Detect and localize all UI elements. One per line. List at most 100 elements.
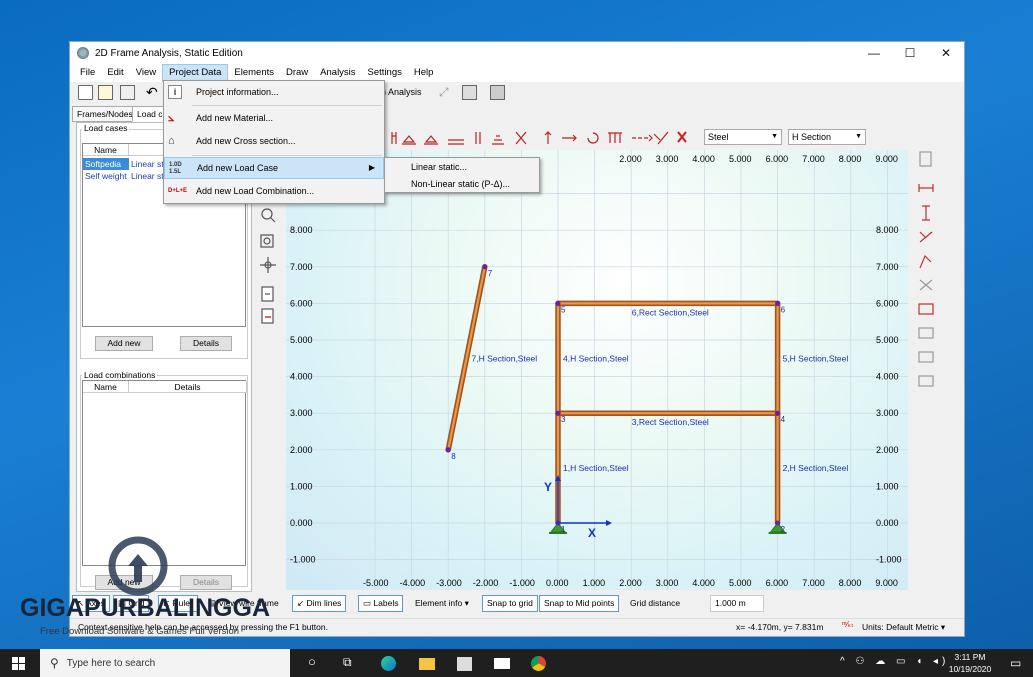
menu-file[interactable]: File [70,64,101,82]
table-icon[interactable] [462,85,477,100]
horizontal-load-icon [562,134,577,142]
chevron-right-icon: ▶ [368,163,375,172]
node-label: 4 [781,415,786,424]
y-right-tick-label: -1.000 [876,555,902,565]
task-view-icon[interactable]: ⧉ [343,655,352,670]
notification-icon[interactable]: ▭ [1010,656,1021,670]
snap-grid-toggle[interactable]: Snap to grid [482,595,538,612]
col-details-header[interactable]: Details [129,381,247,393]
grid-distance-input[interactable]: 1.000 m [710,595,764,612]
menu-add-cross-section[interactable]: ⌂ Add new Cross section... [164,130,384,152]
units-selector[interactable]: Units: Default Metric ▾ [862,622,945,633]
material-select[interactable]: Steel ▼ [704,129,782,145]
clock-time[interactable]: 3:11 PM [950,652,990,662]
member-label: 5,H Section,Steel [783,353,849,363]
x-top-tick-label: 4.000 [692,154,715,164]
load-case-row-name[interactable]: Self weight [83,170,129,182]
windows-start-icon[interactable] [12,657,25,670]
maximize-button[interactable]: ☐ [892,42,928,64]
x-top-tick-label: 9.000 [875,154,898,164]
section-select[interactable]: H Section ▼ [788,129,866,145]
add-load-case-button[interactable]: Add new [95,336,153,351]
diagonal-member-icon [919,231,933,243]
y-right-tick-label: 6.000 [876,298,899,308]
load-case-details-button[interactable]: Details [180,336,232,351]
draw-tool-icons[interactable] [390,126,960,148]
x-tick-label: 9.000 [875,578,898,588]
y-right-tick-label: 4.000 [876,372,899,382]
menu-item-label: Project information... [196,87,279,97]
copy-icon[interactable] [490,85,505,100]
open-folder-icon[interactable] [98,85,113,100]
element-info-dropdown[interactable]: Element info ▾ [410,595,474,612]
frame-model[interactable]: -5.000 -4.000 -3.000 -2.000 -1.000 0.000 1.000… [286,150,964,634]
results-icon[interactable]: ⤢ [439,85,454,100]
menu-nonlinear-static[interactable]: Non-Linear static (P-Δ)... [411,176,510,192]
x-tick-label: -1.000 [509,578,535,588]
cross-section-icon: ⌂ [168,135,175,147]
menu-edit[interactable]: Edit [101,64,129,82]
chrome-icon[interactable] [531,656,546,671]
note3-icon [918,375,934,387]
load-combination-icon: D+L+E [168,188,188,194]
cursor-coordinates: x= -4.170m, y= 7.831m [736,622,824,632]
col-name-header[interactable]: Name [83,144,129,156]
mail-icon[interactable] [494,658,510,669]
point-load-icon [544,131,552,144]
frame-node [445,447,451,453]
file-explorer-icon[interactable] [419,658,435,670]
zoom-window-icon [260,234,274,248]
x-tick-label: 7.000 [802,578,825,588]
labels-toggle[interactable]: ▭ Labels [358,595,404,612]
delete-load-icon [677,131,687,143]
trash-icon [919,151,932,167]
menu-project-information[interactable]: i Project information... [164,81,384,103]
node-label: 2 [781,525,786,534]
close-button[interactable]: ✕ [928,42,964,64]
load-case-row-name[interactable]: Softpedia [83,158,129,170]
pin-support-icon [402,135,416,145]
menu-add-load-combination[interactable]: D+L+E Add new Load Combination... [164,180,384,202]
units-label: Units: Default Metric [862,622,939,632]
menu-view[interactable]: View [130,64,162,82]
new-file-icon[interactable] [78,85,93,100]
y-right-tick-label: 7.000 [876,262,899,272]
x-top-tick-label: 7.000 [802,154,825,164]
tab-frames-nodes[interactable]: Frames/Nodes [72,106,138,122]
labels-label: Labels [373,598,399,608]
cortana-icon[interactable]: ○ [308,654,316,669]
fit-icon [261,286,274,302]
frame-node [555,410,561,416]
edge-icon[interactable] [381,656,396,671]
x-tick-label: 3.000 [656,578,679,588]
frame-node [555,300,561,306]
menu-add-material[interactable]: ⦣ Add new Material... [164,107,384,129]
x-tick-label: 4.000 [692,578,715,588]
member-label: 6,Rect Section,Steel [632,307,709,317]
note-icon [918,327,934,339]
menu-item-label: Add new Load Case [197,163,279,173]
x-tick-label: 8.000 [839,578,862,588]
clock-date[interactable]: 10/19/2020 [946,664,994,674]
system-tray-icons[interactable]: ^ ⚇ ☁ ▭ ◖ ◂) [840,656,949,667]
minimize-button[interactable]: — [856,42,892,64]
watermark-brand: GIGAPURBALINGGA [20,594,270,622]
analysis-toolbar-label[interactable]: n Analysis [381,87,422,97]
store-icon[interactable] [457,657,472,671]
search-icon: ⚲ [50,656,59,670]
col-name-header[interactable]: Name [83,381,129,393]
frame-node [482,264,488,270]
y-right-tick-label: 5.000 [876,335,899,345]
save-icon[interactable] [120,85,135,100]
menu-add-load-case[interactable]: 1.0D 1.5L Add new Load Case ▶ [164,157,384,179]
load-combinations-title: Load combinations [82,370,158,380]
taskbar-search-box[interactable]: ⚲ Type here to search [40,649,290,677]
snap-mid-toggle[interactable]: Snap to Mid points [539,595,620,612]
dim-lines-toggle[interactable]: ↙ Dim lines [292,595,347,612]
undo-icon[interactable]: ↶ [146,85,161,100]
drawing-canvas[interactable]: -5.000 -4.000 -3.000 -2.000 -1.000 0.000 1.000… [286,150,964,634]
menu-help[interactable]: Help [408,64,440,82]
menu-linear-static[interactable]: Linear static... [411,159,467,175]
node-label: 5 [561,305,566,314]
frame-node [775,520,781,526]
